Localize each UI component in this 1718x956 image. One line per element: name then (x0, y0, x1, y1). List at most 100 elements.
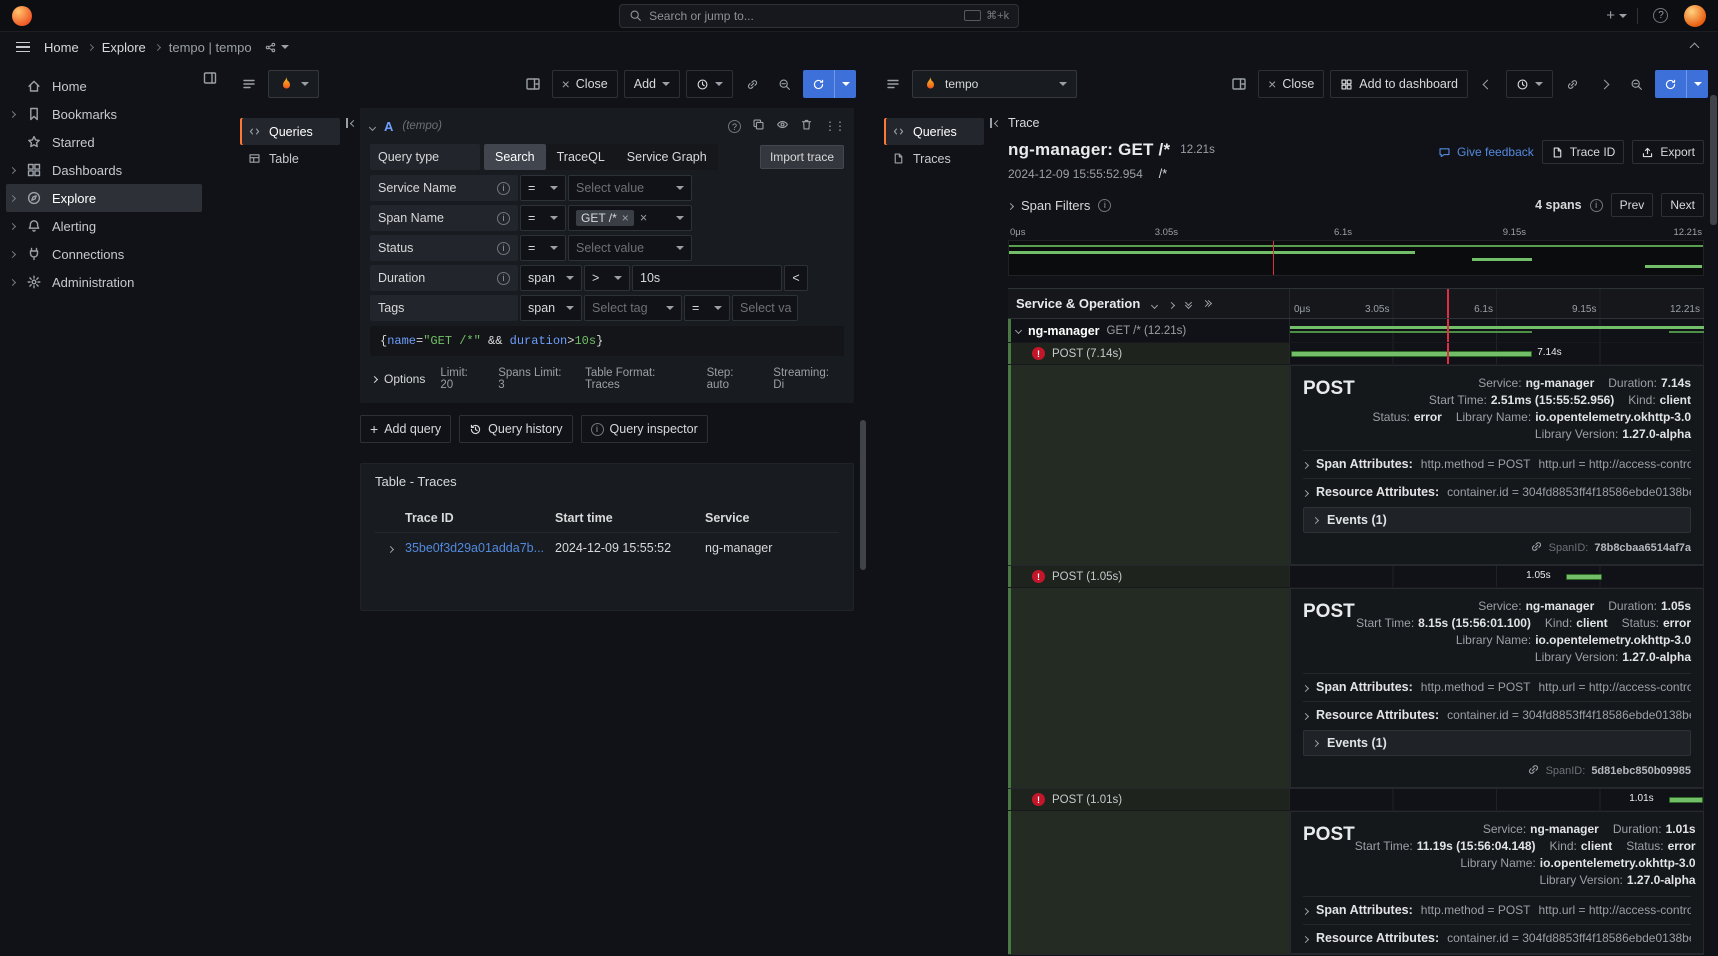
datasource-picker[interactable] (268, 70, 319, 98)
span-row[interactable]: ! POST (7.14s) 7.14s (1008, 343, 1704, 365)
next-span-button[interactable]: Next (1661, 193, 1704, 217)
minimap-canvas[interactable] (1008, 240, 1704, 276)
expand-chevron-icon[interactable] (9, 166, 16, 173)
sidebar-item-administration[interactable]: Administration (6, 268, 202, 296)
breadcrumb-explore[interactable]: Explore (102, 40, 146, 55)
remove-chip-icon[interactable]: × (622, 211, 629, 225)
copy-link-button[interactable] (739, 70, 765, 98)
sidebar-item-bookmarks[interactable]: Bookmarks (6, 100, 202, 128)
span-bar[interactable] (1566, 574, 1602, 580)
sidebar-item-home[interactable]: Home (6, 72, 202, 100)
expand-chevron-icon[interactable] (9, 222, 16, 229)
rail-item-queries[interactable]: Queries (240, 118, 340, 145)
span-bar[interactable] (1290, 326, 1704, 329)
collapse-one-button[interactable] (1152, 297, 1157, 311)
new-button[interactable]: + (1606, 7, 1627, 24)
run-query-button[interactable] (1655, 70, 1708, 98)
rail-item-traces[interactable]: Traces (884, 145, 984, 172)
resource-attributes-toggle[interactable]: Resource Attributes: container.id = 304f… (1303, 924, 1691, 945)
grafana-logo[interactable] (12, 6, 32, 26)
drag-query-handle[interactable]: ⋮⋮ (824, 119, 844, 133)
expand-chevron-icon[interactable] (9, 110, 16, 117)
tags-scope-select[interactable]: span (520, 295, 582, 321)
span-bar[interactable] (1291, 351, 1532, 357)
tags-key-select[interactable]: Select tag (584, 295, 682, 321)
resource-attributes-toggle[interactable]: Resource Attributes: container.id = 304f… (1303, 478, 1691, 499)
breadcrumb-home[interactable]: Home (44, 40, 79, 55)
span-row-root[interactable]: ng-manager GET /* (12.21s) (1008, 319, 1704, 343)
tags-value-select[interactable]: Select va (732, 295, 798, 321)
service-name-operator-select[interactable]: = (520, 175, 566, 201)
add-to-dashboard-button[interactable]: Add to dashboard (1330, 70, 1468, 98)
copy-spanid-button[interactable] (1527, 763, 1540, 779)
time-picker-button[interactable] (686, 70, 733, 98)
status-operator-select[interactable]: = (520, 235, 566, 261)
prev-span-button[interactable]: Prev (1611, 193, 1654, 217)
span-row[interactable]: ! POST (1.05s) 1.05s (1008, 566, 1704, 588)
expand-chevron-icon[interactable] (9, 278, 16, 285)
tab-service-graph[interactable]: Service Graph (616, 144, 718, 170)
import-trace-button[interactable]: Import trace (760, 145, 844, 169)
clear-value-icon[interactable]: × (640, 211, 647, 225)
collapse-header-button[interactable] (1683, 36, 1706, 58)
help-button[interactable]: ? (1648, 2, 1674, 30)
zoom-out-button[interactable] (771, 70, 797, 98)
query-help-button[interactable]: ? (728, 119, 741, 134)
span-row[interactable]: ! POST (1.01s) 1.01s (1008, 789, 1704, 811)
duplicate-query-button[interactable] (752, 118, 765, 134)
status-value-select[interactable]: Select value (568, 235, 692, 261)
span-bar[interactable] (1669, 797, 1703, 803)
search-input[interactable] (649, 9, 957, 23)
dock-sidebar-button[interactable] (202, 70, 218, 89)
span-filters-toggle[interactable] (1008, 198, 1013, 212)
span-name-chip[interactable]: GET /*× (576, 210, 634, 226)
span-name-value-select[interactable]: GET /*× × (568, 205, 692, 231)
page-scrollbar[interactable] (1710, 95, 1717, 225)
datasource-picker[interactable]: tempo (912, 70, 1077, 98)
duration-scope-select[interactable]: span (520, 265, 582, 291)
time-shift-back-button[interactable] (1474, 70, 1500, 98)
collapse-children-icon[interactable] (1015, 327, 1022, 334)
collapse-all-button[interactable] (1186, 300, 1191, 308)
delete-query-button[interactable] (800, 118, 813, 134)
expand-chevron-icon[interactable] (9, 194, 16, 201)
time-shift-forward-button[interactable] (1591, 70, 1617, 98)
tags-operator-select[interactable]: = (684, 295, 730, 321)
span-attributes-toggle[interactable]: Span Attributes: http.method = POST http… (1303, 673, 1691, 694)
span-name-operator-select[interactable]: = (520, 205, 566, 231)
run-query-button[interactable] (803, 70, 856, 98)
query-collapse-button[interactable] (370, 119, 375, 133)
close-pane-button[interactable]: ×Close (1258, 70, 1324, 98)
move-to-split-button[interactable] (520, 70, 546, 98)
duration-operator-select[interactable]: > (584, 265, 630, 291)
events-toggle[interactable]: Events (1) (1303, 507, 1691, 533)
sidebar-item-dashboards[interactable]: Dashboards (6, 156, 202, 184)
duration-max-operator-select[interactable]: < (784, 265, 808, 291)
move-to-split-button[interactable] (1226, 70, 1252, 98)
pane-outline-button[interactable] (880, 70, 906, 98)
collapse-rail-button[interactable] (346, 118, 356, 128)
pane-outline-button[interactable] (236, 70, 262, 98)
sidebar-item-explore[interactable]: Explore (6, 184, 202, 212)
sidebar-item-connections[interactable]: Connections (6, 240, 202, 268)
give-feedback-link[interactable]: Give feedback (1438, 145, 1534, 159)
run-query-options-button[interactable] (834, 70, 856, 98)
copy-link-button[interactable] (1559, 70, 1585, 98)
row-expand-button[interactable] (375, 541, 405, 555)
zoom-out-button[interactable] (1623, 70, 1649, 98)
time-picker-button[interactable] (1506, 70, 1553, 98)
events-toggle[interactable]: Events (1) (1303, 730, 1691, 756)
expand-one-button[interactable] (1169, 297, 1174, 311)
query-history-button[interactable]: Query history (459, 415, 572, 443)
span-attributes-toggle[interactable]: Span Attributes: http.method = POST http… (1303, 450, 1691, 471)
service-name-value-select[interactable]: Select value (568, 175, 692, 201)
sidebar-item-alerting[interactable]: Alerting (6, 212, 202, 240)
close-pane-button[interactable]: ×Close (552, 70, 618, 98)
span-attributes-toggle[interactable]: Span Attributes: http.method = POST http… (1303, 896, 1691, 917)
collapse-rail-button[interactable] (990, 118, 1000, 128)
disable-query-button[interactable] (776, 118, 789, 134)
sidebar-item-starred[interactable]: Starred (6, 128, 202, 156)
duration-value-input[interactable]: 10s (632, 265, 782, 291)
expand-chevron-icon[interactable] (9, 250, 16, 257)
add-dropdown-button[interactable]: Add (624, 70, 680, 98)
